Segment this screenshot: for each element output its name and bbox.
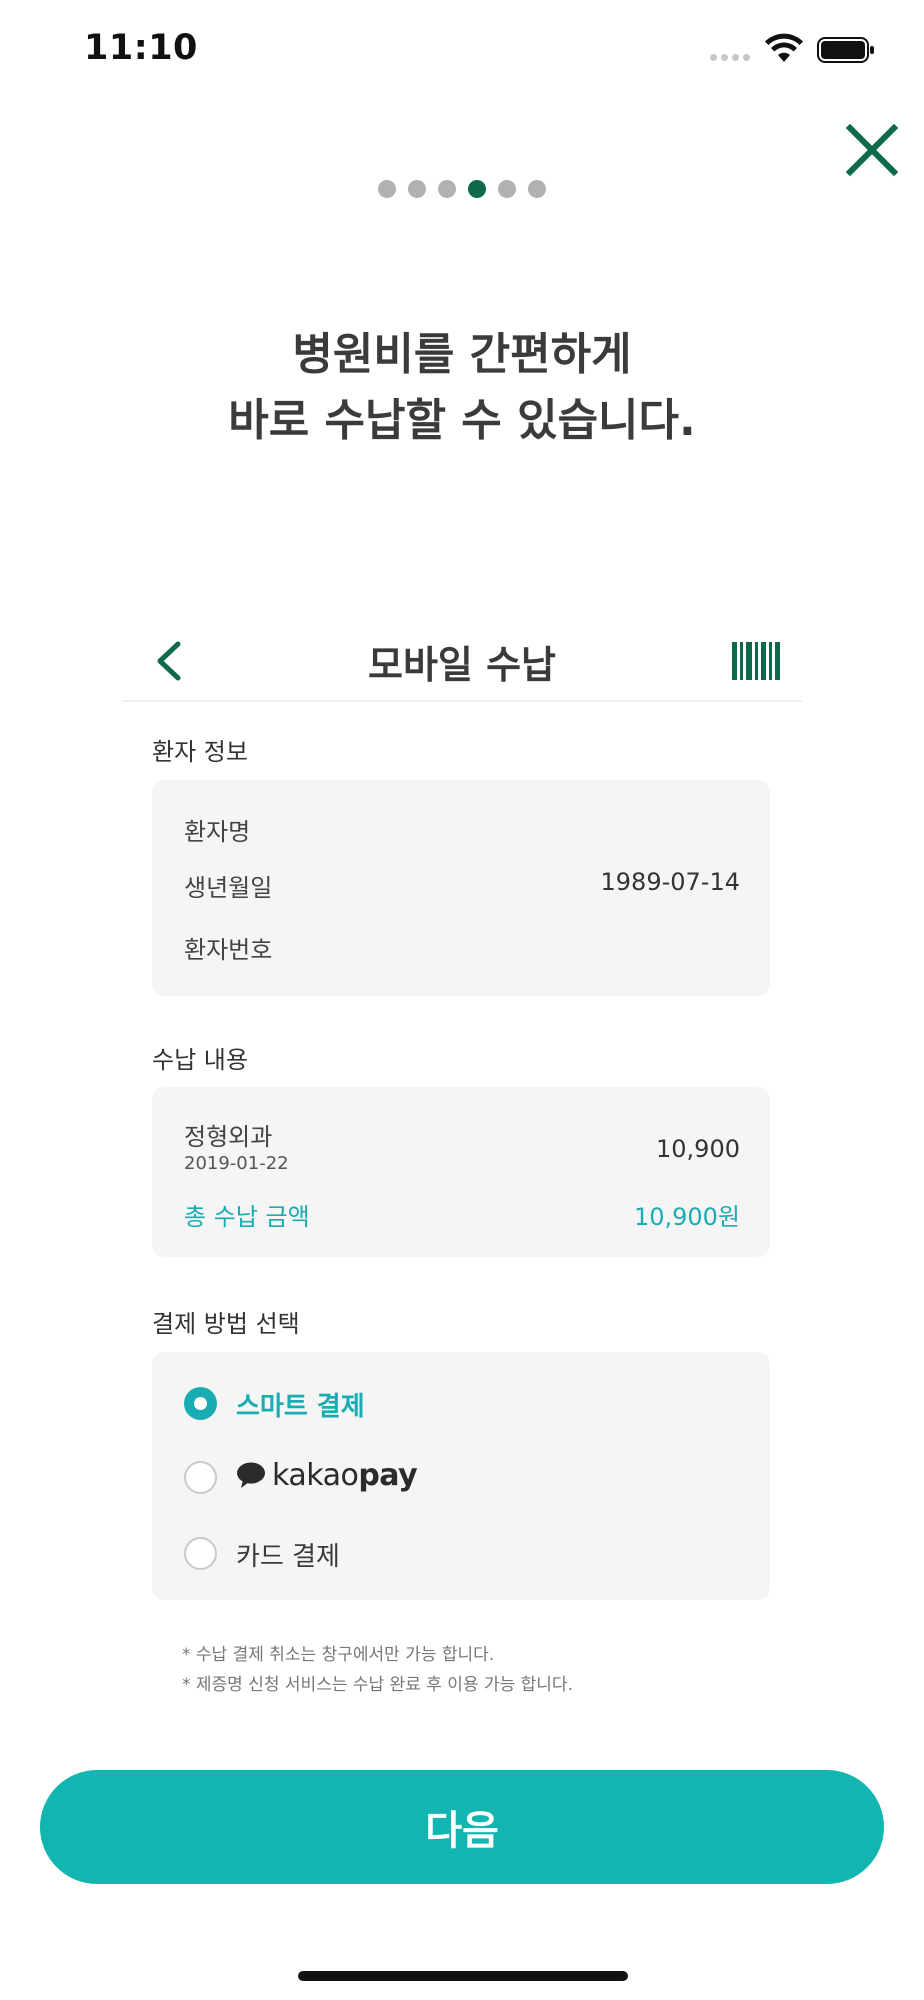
method-section-title: 결제 방법 선택 [152, 1310, 300, 1338]
mobile-payment-preview: 모바일 수납 환자 정보 환자명 생년월일 1989-07-14 환자번호 수납… [122, 620, 802, 1730]
barcode-icon[interactable] [732, 642, 780, 680]
wifi-icon [765, 33, 803, 62]
radio-smart-pay[interactable]: 스마트 결제 [182, 1374, 762, 1430]
patient-info-panel: 환자명 생년월일 1989-07-14 환자번호 [152, 780, 770, 996]
department-amount: 10,900 [656, 1135, 740, 1163]
page-dot [498, 180, 516, 198]
birthdate-value: 1989-07-14 [600, 868, 740, 896]
payment-notes: * 수납 결제 취소는 창구에서만 가능 합니다. * 제증명 신청 서비스는 … [182, 1640, 573, 1700]
signal-icon [710, 52, 756, 64]
visit-date: 2019-01-22 [184, 1153, 289, 1174]
close-icon[interactable] [840, 118, 904, 182]
radio-kakaopay[interactable]: kakaopay [182, 1448, 762, 1504]
patient-name-label: 환자명 [184, 818, 251, 846]
next-button[interactable]: 다음 [40, 1770, 884, 1884]
onboarding-headline: 병원비를 간편하게 바로 수납할 수 있습니다. [0, 322, 924, 454]
kakao-bubble-icon [237, 1462, 265, 1488]
page-indicator [0, 180, 924, 200]
page-dot [438, 180, 456, 198]
kakaopay-wordmark-pay: pay [358, 1458, 418, 1493]
kakaopay-wordmark: kakaopay [272, 1458, 418, 1493]
card-pay-label: 카드 결제 [236, 1542, 340, 1572]
status-bar: 11:10 [0, 0, 924, 100]
preview-title: 모바일 수납 [367, 643, 557, 687]
payment-method-panel: 스마트 결제 kakaopay 카드 결제 [152, 1352, 770, 1600]
total-amount-value: 10,900원 [633, 1203, 740, 1231]
total-amount-label: 총 수납 금액 [184, 1203, 310, 1231]
page-dot [528, 180, 546, 198]
payment-details-panel: 정형외과 2019-01-22 10,900 총 수납 금액 10,900원 [152, 1087, 770, 1257]
patient-section-title: 환자 정보 [152, 738, 248, 766]
birthdate-label: 생년월일 [184, 874, 273, 902]
preview-nav-bar: 모바일 수납 [122, 620, 802, 702]
smart-pay-label: 스마트 결제 [236, 1392, 365, 1422]
payment-section-title: 수납 내용 [152, 1046, 248, 1074]
home-indicator [298, 1971, 628, 1981]
battery-icon [817, 37, 874, 63]
note-line-2: * 제증명 신청 서비스는 수납 완료 후 이용 가능 합니다. [182, 1675, 573, 1695]
radio-card-pay[interactable]: 카드 결제 [182, 1524, 762, 1580]
headline-line-2: 바로 수납할 수 있습니다. [228, 395, 696, 446]
page-dot-active [468, 180, 486, 198]
kakaopay-wordmark-kakao: kakao [272, 1458, 359, 1493]
radio-button-checked[interactable] [184, 1387, 217, 1420]
department-label: 정형외과 [184, 1123, 273, 1151]
patient-number-label: 환자번호 [184, 936, 273, 964]
page-dot [378, 180, 396, 198]
radio-button[interactable] [184, 1537, 217, 1570]
radio-button[interactable] [184, 1461, 217, 1494]
headline-line-1: 병원비를 간편하게 [292, 329, 632, 380]
page-dot [408, 180, 426, 198]
status-time: 11:10 [84, 28, 198, 68]
note-line-1: * 수납 결제 취소는 창구에서만 가능 합니다. [182, 1645, 495, 1665]
